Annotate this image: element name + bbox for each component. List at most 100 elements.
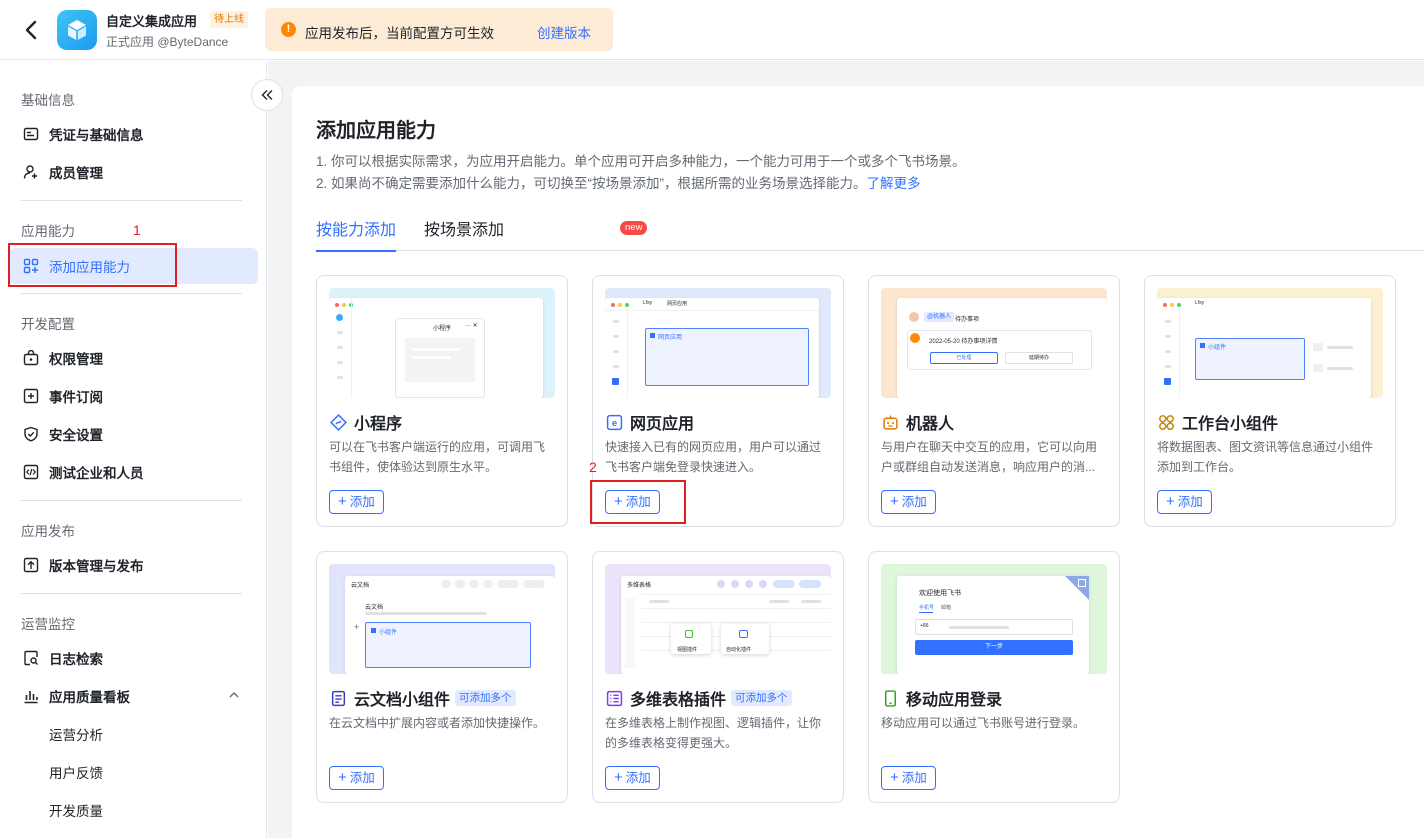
tab-by-capability[interactable]: 按能力添加 (316, 216, 396, 252)
preview-bot-button: 已处理 (930, 352, 998, 364)
tab-by-scenario[interactable]: 按场景添加 new (424, 216, 648, 251)
preview-bot-button: 延期待办 (1005, 352, 1073, 364)
doc-icon (329, 689, 347, 707)
app-subtitle: 正式应用 @ByteDance (106, 35, 229, 49)
back-button[interactable] (18, 16, 44, 44)
multi-add-tag: 可添加多个 (455, 690, 516, 706)
sidebar-item-members[interactable]: 成员管理 (9, 154, 258, 190)
user-add-icon (22, 163, 40, 181)
create-version-link[interactable]: 创建版本 (537, 22, 591, 42)
log-search-icon (22, 649, 40, 667)
bar-chart-icon (22, 687, 40, 705)
card-title: 移动应用登录 (906, 692, 1003, 709)
add-label: 添加 (625, 495, 651, 509)
divider (21, 500, 242, 501)
card-title: 网页应用 (630, 416, 695, 433)
add-workplace-widget-button[interactable]: + 添加 (1157, 490, 1212, 514)
workplace-widget-preview: Lfsy 小组件 (1157, 288, 1383, 398)
preview-next-button: 下一步 (915, 640, 1073, 655)
sidebar-item-label: 权限管理 (49, 352, 103, 367)
card-title: 工作台小组件 (1182, 416, 1279, 433)
section-app-capability: 应用能力 (21, 224, 75, 239)
sidebar-item-label: 应用质量看板 (49, 690, 130, 705)
sidebar-item-label: 测试企业和人员 (49, 466, 144, 481)
sidebar-item-events[interactable]: 事件订阅 (9, 378, 258, 414)
sidebar-item-label: 安全设置 (49, 428, 103, 443)
sidebar-item-label: 添加应用能力 (49, 260, 130, 275)
preview-window: Lfsy 小组件 (1157, 298, 1371, 398)
card-description: 可以在飞书客户端运行的应用，可调用飞书组件，使体验达到原生水平。 (329, 440, 546, 474)
preview-base-title: 多维表格 (627, 583, 652, 589)
page-title: 添加应用能力 (316, 120, 436, 142)
collapse-sidebar-button[interactable] (251, 79, 283, 111)
shield-icon (22, 425, 40, 443)
preview-window: @机器人 待办事项 2022-05-20 待办事项详情 已处理 延期待办 (897, 298, 1107, 398)
add-label: 添加 (1177, 495, 1203, 509)
svg-text:e: e (611, 418, 616, 429)
sidebar-item-label: 成员管理 (49, 166, 103, 181)
sidebar-item-credentials[interactable]: 凭证与基础信息 (9, 116, 258, 152)
chevron-left-icon (25, 20, 37, 40)
learn-more-link[interactable]: 了解更多 (867, 176, 921, 191)
sidebar-item-permissions[interactable]: 权限管理 (9, 340, 258, 376)
sidebar-item-quality-board[interactable]: 应用质量看板 (9, 678, 258, 714)
description-line-2: 2. 如果尚不确定需要添加什么能力，可切换至“按场景添加”，根据所需的业务场景选… (316, 172, 921, 192)
preview-label: 小组件 (1208, 345, 1227, 351)
description-line-1: 1. 你可以根据实际需求，为应用开启能力。单个应用可开启多种能力，一个能力可用于… (316, 154, 966, 169)
publish-notice: ! 应用发布后，当前配置方可生效 创建版本 (265, 8, 613, 51)
preview-window: 云文档 云文档 + 小组件 (345, 576, 555, 674)
sidebar-item-dev-quality[interactable]: 开发质量 (9, 792, 258, 828)
add-bot-button[interactable]: + 添加 (881, 490, 936, 514)
sidebar-item-ops-analysis[interactable]: 运营分析 (9, 716, 258, 752)
capability-card-mobile-login: 欢迎使用飞书 手机号 邮箱 +86 下一步 移动应用登录 移动应用可以通过飞书账… (868, 551, 1120, 803)
web-app-icon: e (605, 413, 623, 431)
card-description: 在云文档中扩展内容或者添加快捷操作。 (329, 716, 546, 730)
capability-card-workplace-widget: Lfsy 小组件 工作台小组件 将数据图表、图文资讯等信息通过小组件添加到工作台… (1144, 275, 1396, 527)
add-web-app-button[interactable]: + 添加 (605, 490, 660, 514)
sidebar-item-logs[interactable]: 日志检索 (9, 640, 258, 676)
card-description: 移动应用可以通过飞书账号进行登录。 (881, 716, 1086, 730)
capability-card-doc-widget: 云文档 云文档 + 小组件 云文档小组件 可添加多个 在云文档中扩展内容或者添加… (316, 551, 568, 803)
multi-add-tag: 可添加多个 (731, 690, 792, 706)
sidebar-item-label: 版本管理与发布 (49, 559, 144, 574)
new-badge: new (620, 221, 648, 235)
preview-bot-name: @机器人 (924, 312, 955, 322)
card-description: 将数据图表、图文资讯等信息通过小组件添加到工作台。 (1157, 440, 1374, 474)
plus-icon: + (1166, 493, 1175, 510)
add-doc-widget-button[interactable]: + 添加 (329, 766, 384, 790)
grid-add-icon (22, 257, 40, 275)
capability-card-bot: @机器人 待办事项 2022-05-20 待办事项详情 已处理 延期待办 机器人… (868, 275, 1120, 527)
divider (21, 593, 242, 594)
chevron-up-icon (229, 692, 239, 698)
sidebar-item-security[interactable]: 安全设置 (9, 416, 258, 452)
sidebar-item-add-capability[interactable]: 添加应用能力 (9, 248, 258, 284)
preview-doc-title: 云文档 (351, 583, 370, 589)
app-status-badge: 待上线 (210, 11, 248, 28)
section-publish: 应用发布 (21, 524, 75, 539)
preview-window: 欢迎使用飞书 手机号 邮箱 +86 下一步 (897, 576, 1089, 674)
table-list-icon (605, 689, 623, 707)
add-base-plugin-button[interactable]: + 添加 (605, 766, 660, 790)
card-title: 机器人 (906, 416, 955, 433)
plus-icon: + (338, 493, 347, 510)
notice-text: 应用发布后，当前配置方可生效 (305, 26, 494, 41)
tab-bar: 按能力添加 按场景添加 new (316, 216, 1424, 252)
preview-tab: 手机号 (919, 605, 935, 611)
mini-program-preview-title: 小程序 (433, 326, 452, 332)
mini-program-icon (329, 413, 347, 431)
sidebar-item-label: 开发质量 (49, 804, 103, 819)
add-label: 添加 (901, 495, 927, 509)
preview-window: 小程序 ··· ✕ (329, 298, 543, 398)
sidebar-item-feedback[interactable]: 用户反馈 (9, 754, 258, 790)
sidebar-item-versions[interactable]: 版本管理与发布 (9, 547, 258, 583)
divider (21, 200, 242, 201)
plus-icon: + (614, 769, 623, 786)
add-mobile-login-button[interactable]: + 添加 (881, 766, 936, 790)
section-basic-info: 基础信息 (21, 93, 75, 108)
widget-grid-icon (1157, 413, 1175, 431)
sidebar-item-test-org[interactable]: 测试企业和人员 (9, 454, 258, 490)
section-dev-config: 开发配置 (21, 317, 75, 332)
preview-tab: Lfsy (643, 300, 653, 306)
capability-card-base-plugin: 多维表格 视图插件 自动化插件 多维表格插件 可添加多个 在多维表格上制作视图、 (592, 551, 844, 803)
add-mini-program-button[interactable]: + 添加 (329, 490, 384, 514)
